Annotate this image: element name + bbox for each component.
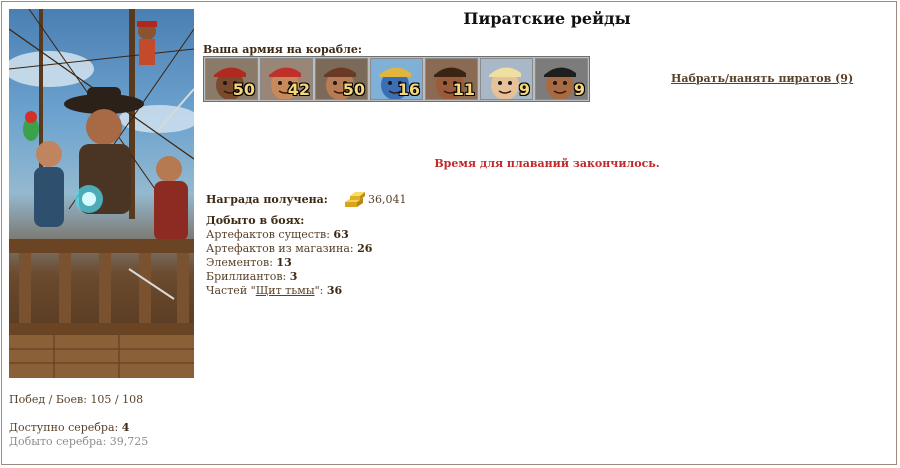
army-units-bar: 50 42 50 16 11 9 9 — [203, 56, 590, 102]
sail-time-over-message: Время для плаваний закончилось. — [434, 157, 660, 170]
army-unit-parrot-creature[interactable]: 16 — [370, 58, 423, 100]
unit-count: 50 — [232, 80, 255, 99]
army-unit-captain-pirate[interactable]: 11 — [425, 58, 478, 100]
battle-loot-section: Добыто в боях: Артефактов существ: 63 Ар… — [206, 214, 372, 298]
page-title: Пиратские рейды — [463, 9, 631, 28]
reward-value: 36,041 — [368, 193, 407, 206]
unit-count: 9 — [518, 80, 530, 99]
unit-count: 42 — [287, 80, 310, 99]
hire-pirates-link[interactable]: Набрать/нанять пиратов (9) — [671, 72, 853, 85]
pirate-crew-artwork — [9, 9, 194, 378]
wins-battles-value: 105 / 108 — [90, 393, 144, 406]
unit-count: 9 — [573, 80, 585, 99]
shield-of-darkness-link[interactable]: Щит тьмы — [256, 284, 315, 297]
loot-item-diamonds: Бриллиантов: 3 — [206, 270, 298, 283]
unit-count: 16 — [397, 80, 420, 99]
wins-battles-stat: Побед / Боев: 105 / 108 — [9, 393, 144, 406]
army-unit-red-bandana-pirate[interactable]: 50 — [205, 58, 258, 100]
army-label: Ваша армия на корабле: — [203, 43, 362, 56]
army-unit-bearded-pirate[interactable]: 50 — [315, 58, 368, 100]
army-unit-blonde-sailor[interactable]: 9 — [480, 58, 533, 100]
loot-item-shop-artifacts: Артефактов из магазина: 26 — [206, 242, 373, 255]
unit-count: 11 — [452, 80, 475, 99]
loot-header: Добыто в боях: — [206, 214, 305, 227]
loot-item-creature-artifacts: Артефактов существ: 63 — [206, 228, 349, 241]
available-silver-value: 4 — [121, 421, 130, 434]
mined-silver-value: 39,725 — [109, 435, 149, 448]
available-silver-stat: Доступно серебра: 4 — [9, 421, 130, 434]
gold-bars-icon — [343, 188, 367, 211]
mined-silver-stat: Добыто серебра: 39,725 — [9, 435, 149, 448]
unit-count: 50 — [342, 80, 365, 99]
army-unit-red-scarf-pirate[interactable]: 42 — [260, 58, 313, 100]
reward-label: Награда получена: — [206, 193, 328, 206]
loot-item-elements: Элементов: 13 — [206, 256, 292, 269]
army-unit-tricorn-pirate[interactable]: 9 — [535, 58, 588, 100]
loot-item-shield-parts: Частей "Щит тьмы": 36 — [206, 284, 343, 297]
